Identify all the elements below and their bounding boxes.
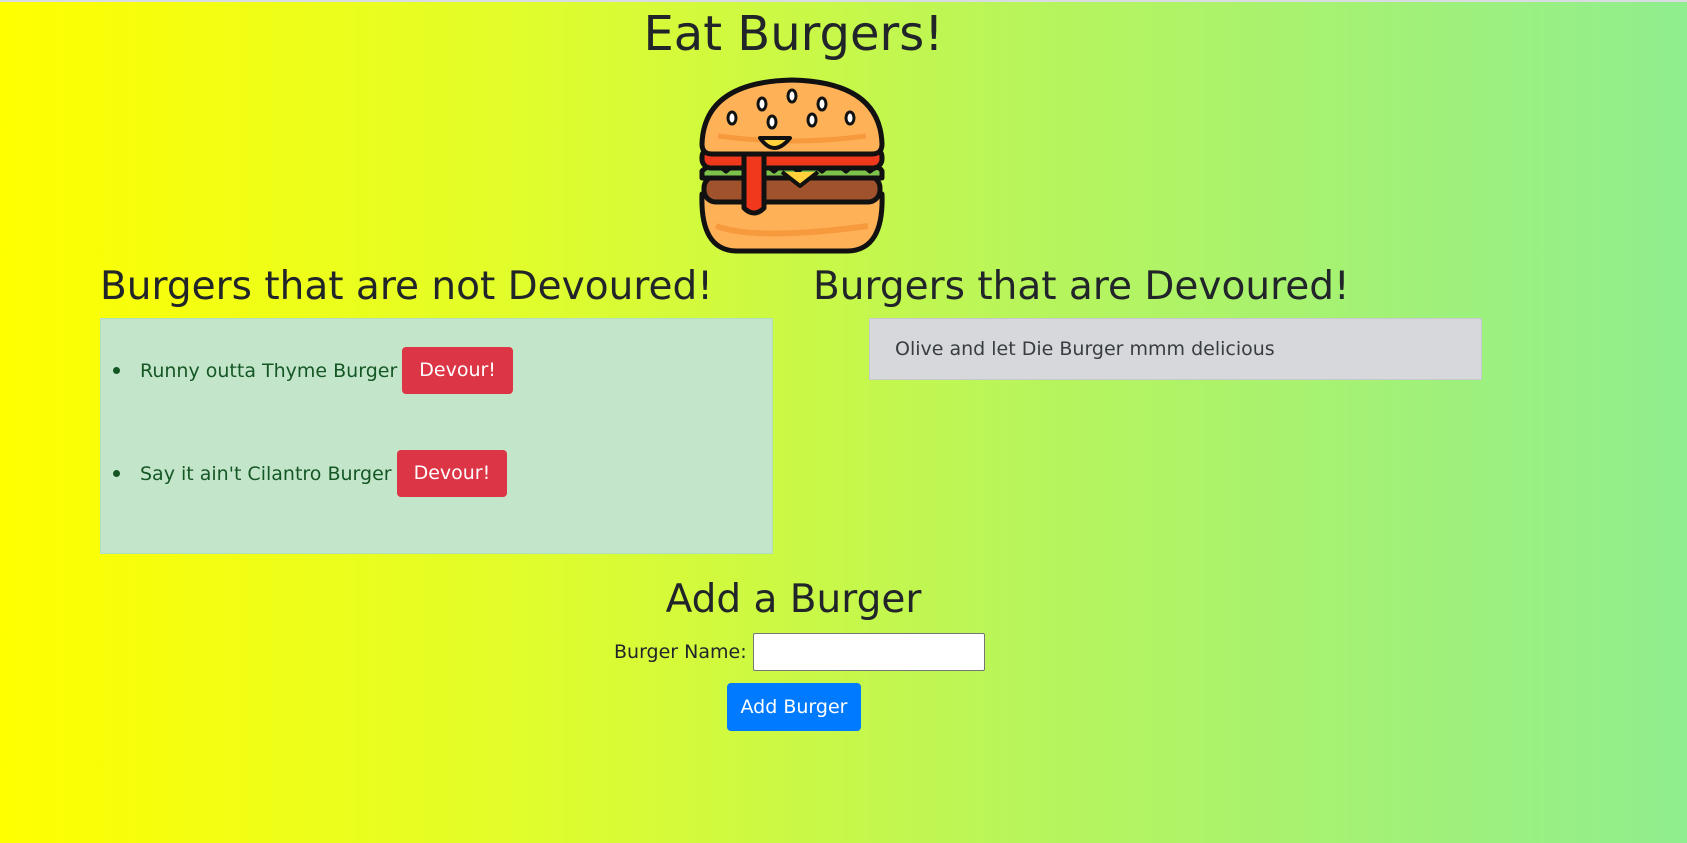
burger-name-label: Burger Name: — [614, 641, 747, 663]
burger-name-input[interactable] — [752, 633, 985, 671]
list-item: Runny outta Thyme Burger Devour! — [101, 347, 513, 394]
devour-button[interactable]: Devour! — [402, 347, 513, 394]
add-burger-button[interactable]: Add Burger — [727, 683, 861, 731]
add-burger-form: Burger Name: — [614, 633, 985, 671]
page-title: Eat Burgers! — [643, 6, 944, 62]
devoured-list-item: Olive and let Die Burger mmm delicious — [869, 318, 1482, 380]
burger-icon — [696, 76, 888, 254]
devoured-burger-name: Olive and let Die Burger mmm delicious — [895, 338, 1275, 360]
add-burger-heading: Add a Burger — [665, 577, 922, 622]
not-devoured-heading: Burgers that are not Devoured! — [100, 264, 713, 309]
devour-button[interactable]: Devour! — [396, 450, 508, 497]
burger-name: Say it ain't Cilantro Burger — [140, 462, 392, 485]
bullet-icon — [113, 470, 120, 477]
bullet-icon — [113, 367, 120, 374]
burger-name: Runny outta Thyme Burger — [140, 359, 398, 382]
devoured-heading: Burgers that are Devoured! — [813, 264, 1350, 309]
list-item: Say it ain't Cilantro Burger Devour! — [101, 450, 508, 497]
top-border — [0, 0, 1687, 2]
not-devoured-list: Runny outta Thyme Burger Devour! Say it … — [100, 318, 773, 554]
